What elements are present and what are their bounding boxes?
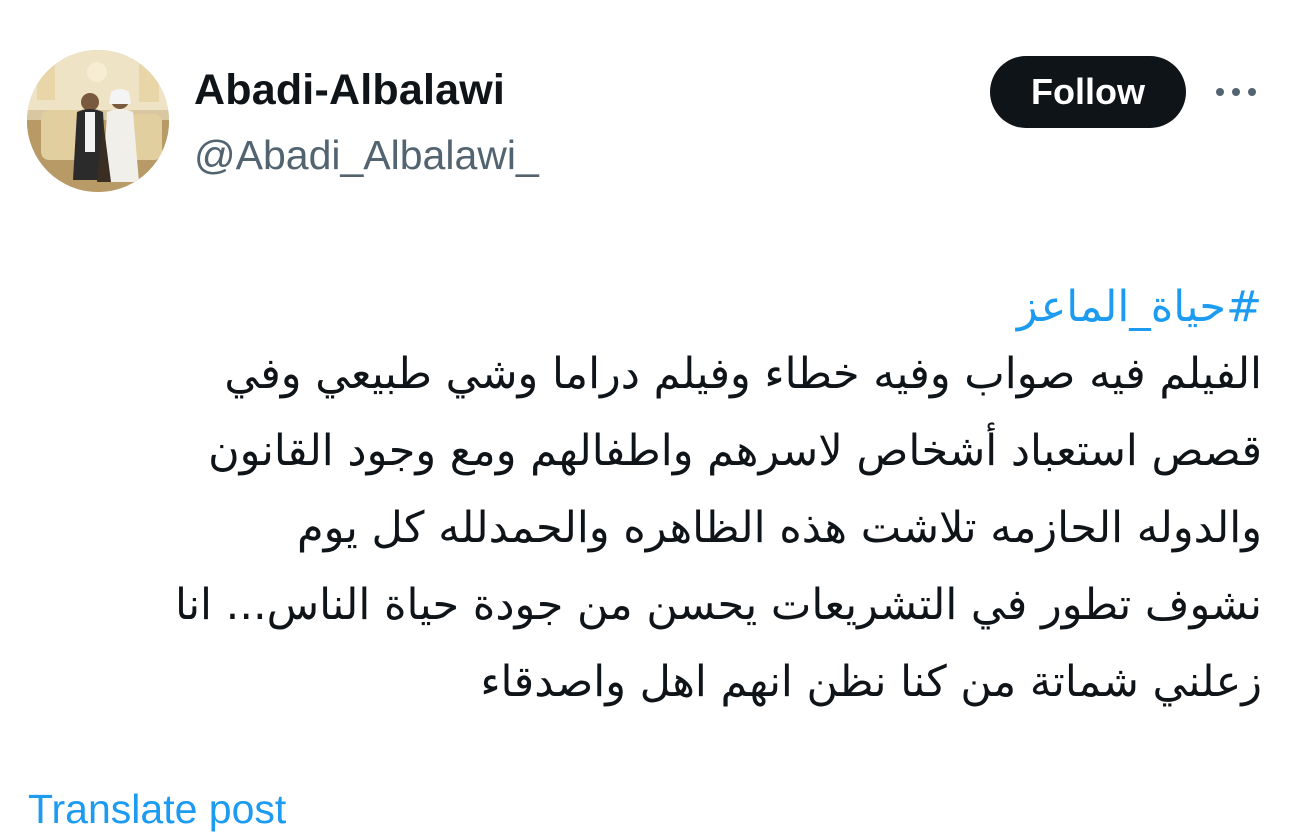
tweet-line: والدوله الحازمه تلاشت هذه الظاهره والحمد… — [297, 503, 1262, 553]
author-handle[interactable]: @Abadi_Albalawi_ — [194, 132, 539, 179]
tweet-line: زعلني شماتة من كنا نظن انهم اهل واصدقاء — [480, 657, 1262, 707]
translate-post-link[interactable]: Translate post — [28, 786, 286, 833]
more-dots-icon[interactable] — [1212, 78, 1260, 106]
tweet-line: الفيلم فيه صواب وفيه خطاء وفيلم دراما وش… — [224, 349, 1262, 399]
tweet-line: نشوف تطور في التشريعات يحسن من جودة حياة… — [174, 580, 1262, 630]
follow-button[interactable]: Follow — [990, 56, 1186, 128]
avatar[interactable] — [27, 50, 169, 192]
tweet-line: قصص استعباد أشخاص لاسرهم واطفالهم ومع وج… — [208, 426, 1262, 476]
hashtag-link[interactable]: #حياة_الماعز — [30, 278, 1262, 336]
author-display-name[interactable]: Abadi-Albalawi — [194, 66, 505, 115]
tweet-text: #حياة_الماعز الفيلم فيه صواب وفيه خطاء و… — [30, 278, 1262, 721]
